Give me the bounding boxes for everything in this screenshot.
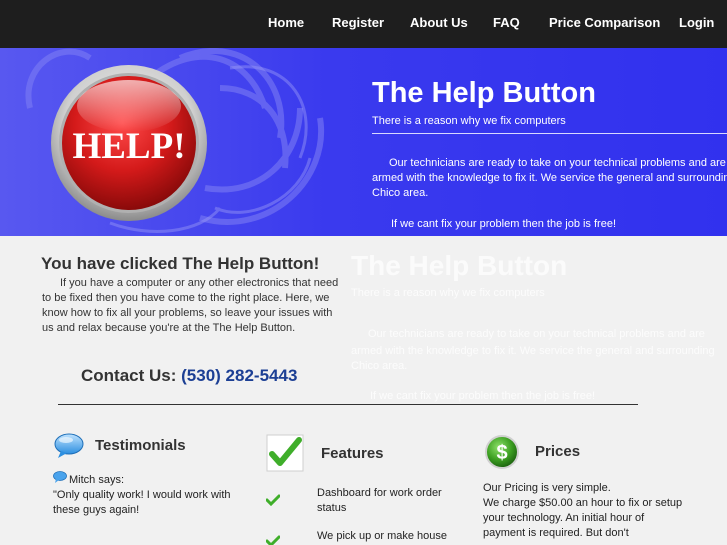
hero-divider <box>372 133 727 134</box>
hero-title: The Help Button <box>372 77 596 109</box>
ghost-paragraph-line-1: Our technicians are ready to take on you… <box>368 328 705 340</box>
nav-about-us[interactable]: About Us <box>410 15 468 30</box>
prices-title: Prices <box>535 443 581 460</box>
contact-phone-link[interactable]: (530) 282-5443 <box>181 366 297 385</box>
features-title: Features <box>321 445 384 462</box>
check-icon <box>266 535 280 545</box>
top-nav: Home Register About Us FAQ Price Compari… <box>0 0 727 48</box>
hero-free-line: If we cant fix your problem then the job… <box>391 218 617 230</box>
testimonial-author: Mitch says: <box>69 474 125 486</box>
dollar-icon: $ <box>485 435 519 469</box>
nav-price-comparison[interactable]: Price Comparison <box>549 15 660 30</box>
testimonial-quote: "Only quality work! I would work with th… <box>53 489 231 516</box>
contact-label: Contact Us: <box>81 366 177 385</box>
main-heading: You have clicked The Help Button! <box>41 254 320 273</box>
nav-register[interactable]: Register <box>332 15 384 30</box>
help-button-graphic[interactable]: HELP! <box>50 64 208 222</box>
ghost-subtitle: There is a reason why we fix computers <box>351 287 545 299</box>
svg-text:$: $ <box>496 442 507 464</box>
main-paragraph: If you have a computer or any other elec… <box>42 277 339 334</box>
prices-detail: We charge $50.00 an hour to fix or setup… <box>483 497 683 539</box>
ghost-title: The Help Button <box>351 250 568 281</box>
hero-paragraph: Our technicians are ready to take on you… <box>372 157 727 199</box>
hero-banner: HELP! The Help Button There is a reason … <box>0 48 727 236</box>
contact-line: Contact Us: (530) 282-5443 <box>81 366 297 386</box>
nav-login[interactable]: Login <box>679 15 714 30</box>
ghost-paragraph-line-3: Chico area. <box>351 360 408 372</box>
testimonials-title: Testimonials <box>95 437 186 454</box>
ghost-paragraph-line-2: armed with the knowledge to fix it. We s… <box>351 345 715 357</box>
small-speech-bubble-icon <box>53 471 67 483</box>
prices-intro: Our Pricing is very simple. <box>483 482 611 494</box>
speech-bubble-icon <box>54 433 84 458</box>
nav-faq[interactable]: FAQ <box>493 15 520 30</box>
feature-item-dashboard: Dashboard for work order status <box>317 487 442 514</box>
checkmark-box-icon <box>266 434 304 472</box>
section-divider <box>58 404 638 405</box>
feature-item-pickup: We pick up or make house <box>317 530 448 542</box>
help-button-label: HELP! <box>72 126 185 167</box>
check-icon <box>266 494 280 506</box>
hero-subtitle: There is a reason why we fix computers <box>372 115 566 127</box>
ghost-free-line: If we cant fix your problem then the job… <box>370 390 596 402</box>
nav-home[interactable]: Home <box>268 15 304 30</box>
